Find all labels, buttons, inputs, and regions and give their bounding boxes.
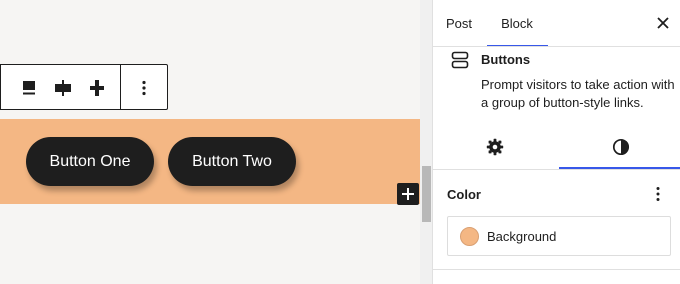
justify-left-button[interactable] [16, 75, 42, 101]
block-description: Prompt visitors to take action with a gr… [481, 77, 675, 110]
justify-space-between-icon [90, 80, 104, 96]
button-two[interactable]: Button Two [168, 137, 296, 186]
close-sidebar-button[interactable] [654, 14, 672, 32]
settings-sidebar: Post Block Buttons Prompt visitors to ta… [433, 0, 680, 284]
block-toolbar [0, 64, 168, 110]
tab-block[interactable]: Block [487, 0, 547, 46]
justify-center-button[interactable] [50, 75, 76, 101]
more-vertical-icon [656, 187, 660, 201]
scrollbar-thumb[interactable] [422, 166, 431, 222]
buttons-icon [450, 51, 470, 69]
background-color-item[interactable]: Background [447, 216, 671, 256]
block-title: Buttons [481, 52, 531, 67]
styles-icon [612, 138, 630, 156]
color-item-label: Background [487, 229, 557, 244]
button-one[interactable]: Button One [26, 137, 154, 186]
canvas-scrollbar[interactable] [420, 0, 432, 284]
justify-left-icon [23, 81, 35, 95]
tab-post[interactable]: Post [439, 0, 479, 46]
justify-space-between-button[interactable] [84, 75, 110, 101]
justify-center-icon [55, 80, 71, 96]
toolbar-separator [0, 65, 1, 109]
toolbar-separator [120, 65, 121, 109]
panel-bottom-divider [433, 269, 680, 270]
tabs-divider [433, 46, 680, 47]
more-options-button[interactable] [131, 75, 157, 101]
more-vertical-icon [142, 80, 146, 96]
color-options-button[interactable] [651, 184, 665, 204]
gear-icon [486, 138, 504, 156]
tab-styles[interactable] [559, 126, 680, 168]
add-block-button[interactable] [397, 183, 419, 205]
color-panel-title: Color [447, 187, 481, 202]
subtabs-divider [433, 169, 680, 170]
close-icon [657, 17, 669, 29]
editor-canvas: Button One Button Two [0, 0, 420, 284]
color-swatch [460, 227, 479, 246]
tab-settings[interactable] [433, 126, 555, 168]
plus-icon [402, 188, 414, 200]
